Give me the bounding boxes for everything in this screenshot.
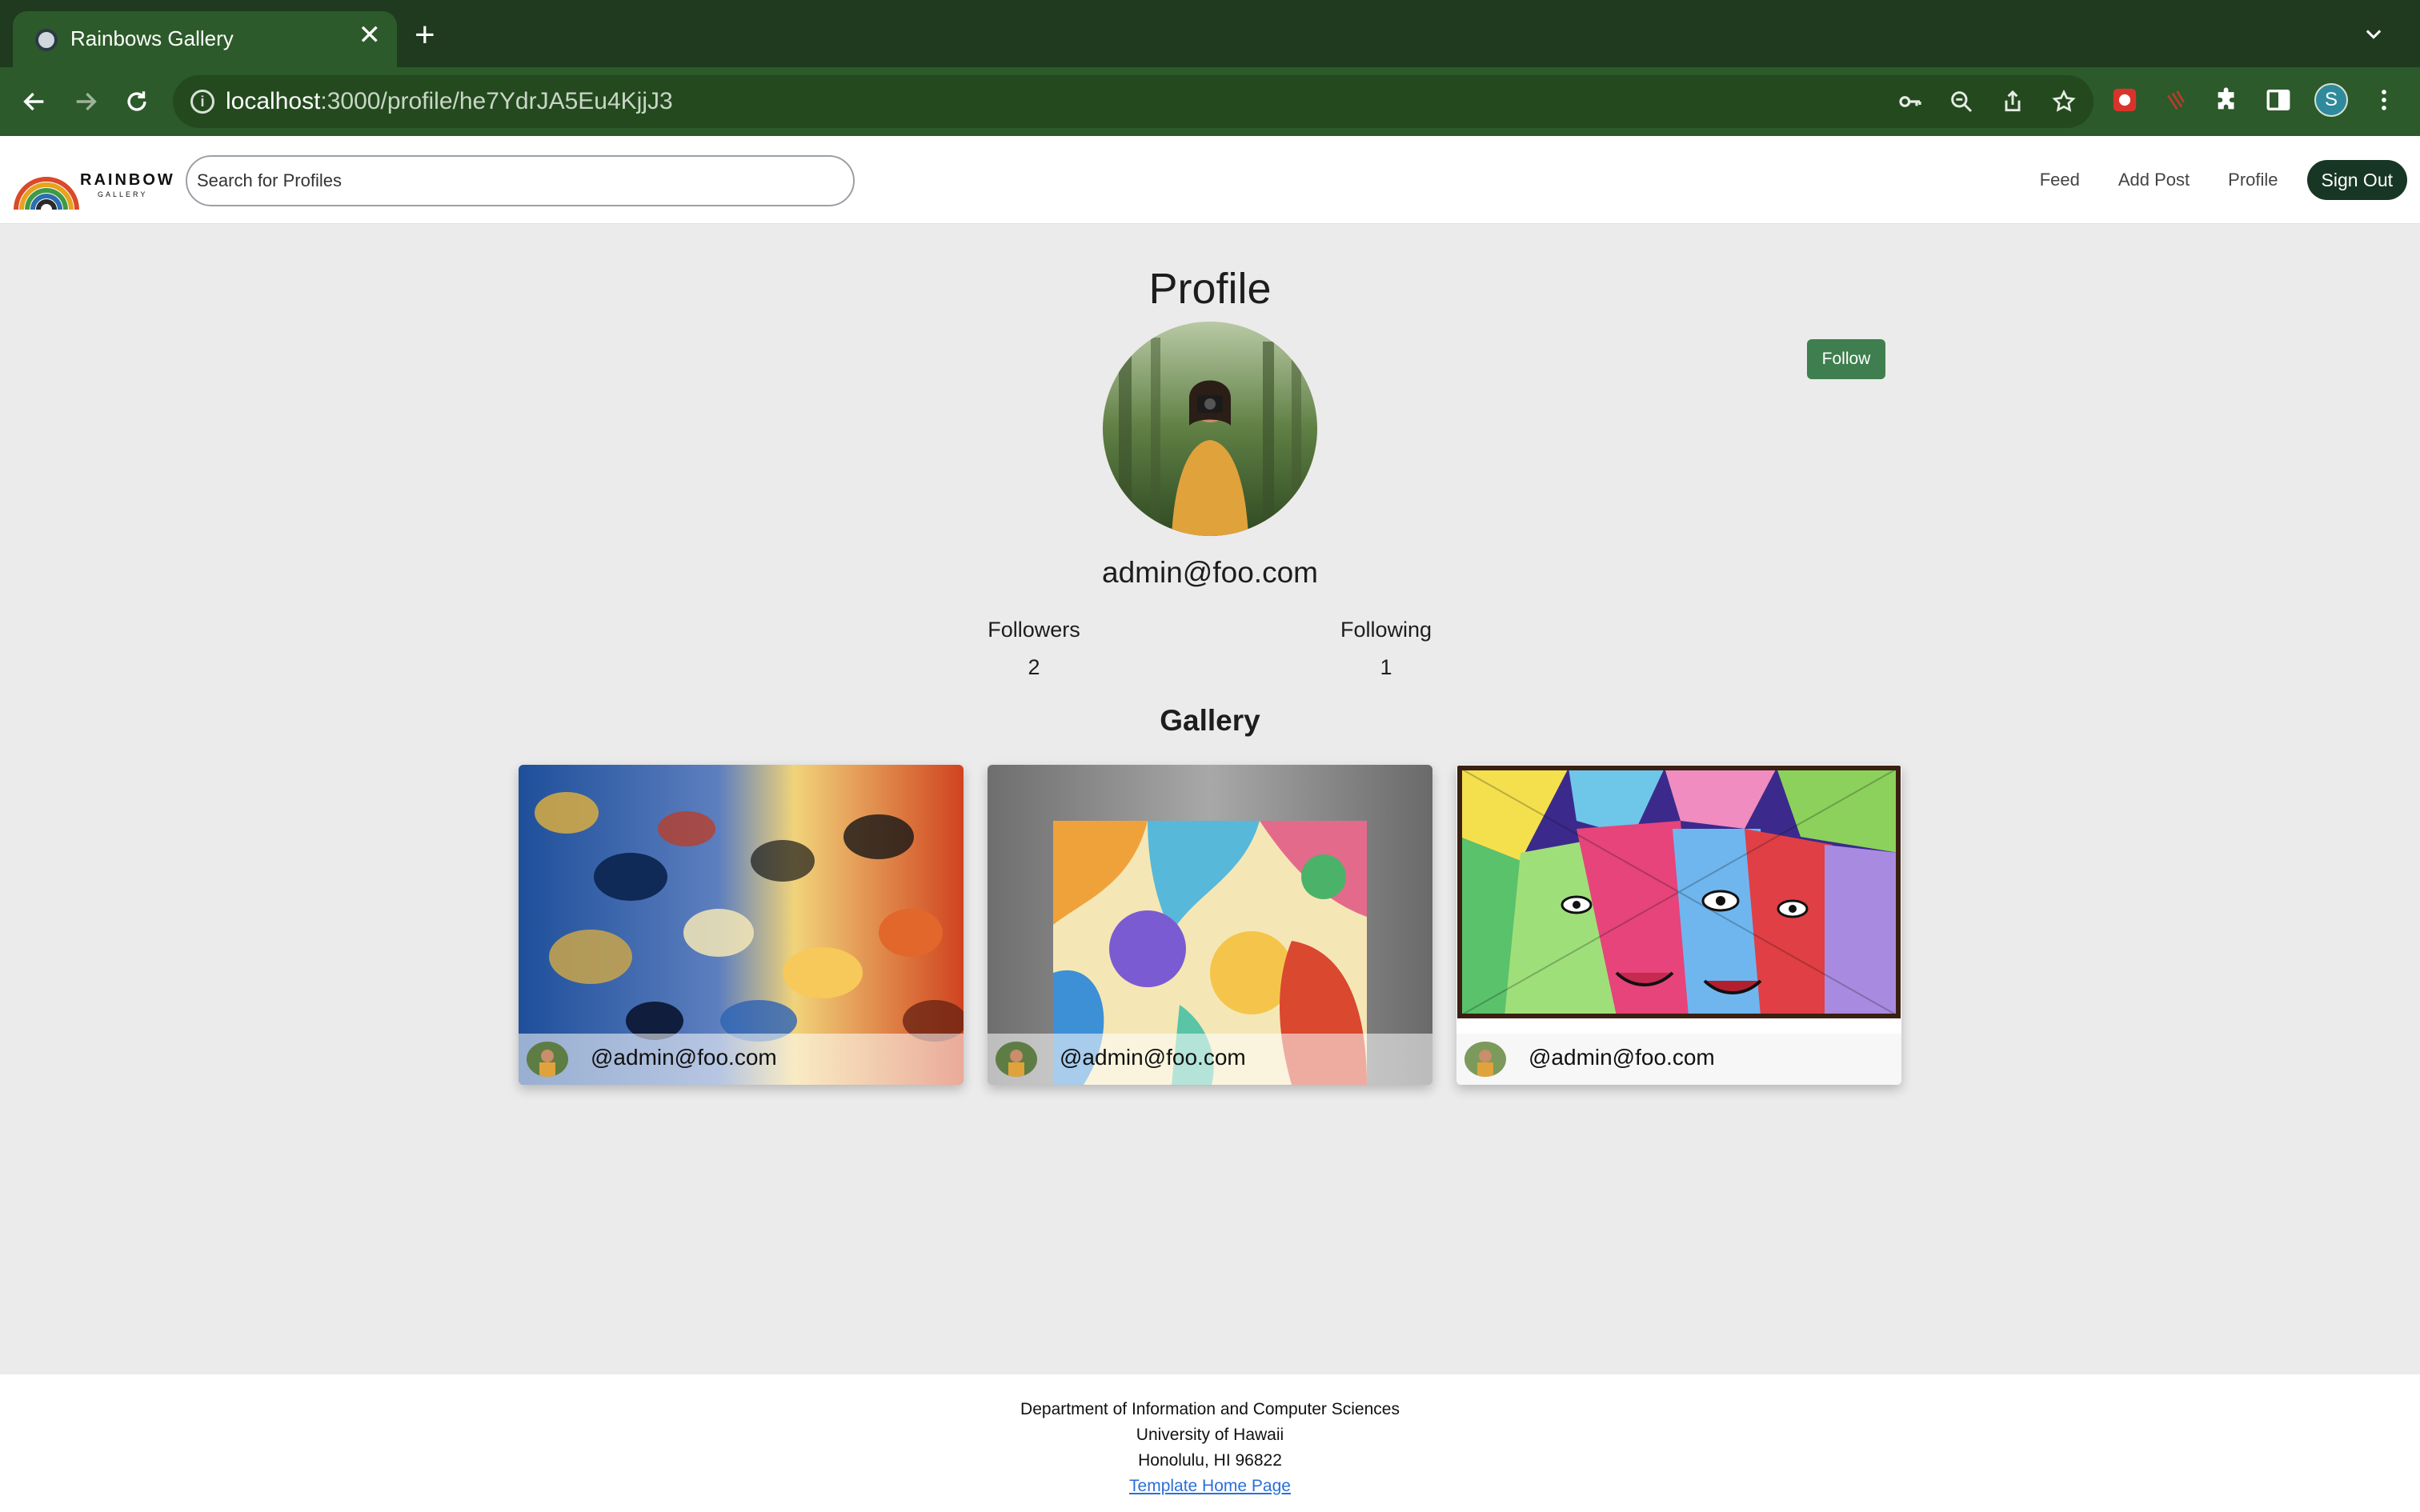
- chevron-down-icon[interactable]: [2362, 22, 2385, 49]
- zoom-out-icon[interactable]: [1946, 86, 1977, 117]
- card-username[interactable]: @admin@foo.com: [1529, 1045, 1715, 1070]
- extensions-puzzle-icon[interactable]: [2212, 85, 2242, 115]
- followers-count: 2: [1028, 655, 1040, 679]
- nav-links: Feed Add Post Profile Sign Out: [2040, 160, 2407, 200]
- card-author-avatar: [1464, 1042, 1506, 1077]
- bookmark-star-icon[interactable]: [2049, 86, 2079, 117]
- card-author-avatar: [527, 1042, 568, 1077]
- share-icon[interactable]: [1997, 86, 2028, 117]
- following-label: Following: [1340, 618, 1432, 642]
- logo-subtitle: GALLERY: [98, 190, 148, 198]
- site-footer: Department of Information and Computer S…: [0, 1374, 2420, 1512]
- template-home-link[interactable]: Template Home Page: [1129, 1477, 1291, 1495]
- card-footer: @admin@foo.com: [1456, 1034, 1901, 1085]
- tab-close-icon[interactable]: ✕: [359, 22, 382, 49]
- followers-stat[interactable]: Followers 2: [946, 618, 1122, 680]
- address-bar[interactable]: i localhost:3000/profile/he7YdrJA5Eu4Kjj…: [173, 75, 2093, 128]
- new-tab-button[interactable]: +: [415, 18, 435, 53]
- reload-icon[interactable]: [118, 83, 155, 120]
- card-footer: @admin@foo.com: [988, 1034, 1432, 1085]
- site-info-icon[interactable]: i: [190, 90, 214, 114]
- browser-profile-avatar[interactable]: S: [2314, 83, 2348, 117]
- extension-red-icon[interactable]: [2109, 85, 2140, 115]
- nav-link-profile[interactable]: Profile: [2228, 170, 2278, 190]
- nav-link-feed[interactable]: Feed: [2040, 170, 2080, 190]
- sign-out-button[interactable]: Sign Out: [2306, 160, 2407, 200]
- rainbow-gallery-logo[interactable]: RAINBOW GALLERY: [13, 150, 173, 213]
- gallery-card[interactable]: @admin@foo.com: [988, 765, 1432, 1085]
- page-title: Profile: [1148, 265, 1272, 313]
- browser-tab-strip: Rainbows Gallery ✕ +: [0, 0, 2420, 67]
- gallery-card[interactable]: @admin@foo.com: [519, 765, 964, 1085]
- profile-email: admin@foo.com: [1102, 556, 1318, 589]
- address-url: localhost:3000/profile/he7YdrJA5Eu4KjjJ3: [226, 88, 673, 114]
- footer-department: Department of Information and Computer S…: [1020, 1400, 1400, 1418]
- followers-label: Followers: [988, 618, 1080, 642]
- logo-wordmark: RAINBOW: [80, 171, 175, 189]
- card-username[interactable]: @admin@foo.com: [591, 1045, 777, 1070]
- back-arrow-icon[interactable]: [16, 83, 53, 120]
- following-count: 1: [1380, 655, 1392, 679]
- profile-search-input[interactable]: [186, 155, 855, 206]
- nav-link-add-post[interactable]: Add Post: [2118, 170, 2190, 190]
- card-footer: @admin@foo.com: [519, 1034, 964, 1085]
- profile-avatar: [1103, 322, 1317, 536]
- more-vertical-icon[interactable]: [2369, 85, 2399, 115]
- follow-button[interactable]: Follow: [1807, 339, 1885, 379]
- key-icon[interactable]: [1895, 86, 1925, 117]
- forward-arrow-icon[interactable]: [67, 83, 104, 120]
- app-navbar: RAINBOW GALLERY Feed Add Post Profile Si…: [0, 136, 2420, 224]
- tab-title: Rainbows Gallery: [70, 26, 234, 50]
- extension-stripe-icon[interactable]: [2161, 85, 2191, 115]
- gallery-card[interactable]: @admin@foo.com: [1456, 765, 1901, 1085]
- browser-toolbar: i localhost:3000/profile/he7YdrJA5Eu4Kjj…: [0, 67, 2420, 136]
- card-username[interactable]: @admin@foo.com: [1060, 1045, 1246, 1070]
- following-stat[interactable]: Following 1: [1298, 618, 1474, 680]
- footer-university: University of Hawaii: [1136, 1426, 1284, 1444]
- side-panel-icon[interactable]: [2263, 85, 2294, 115]
- footer-address: Honolulu, HI 96822: [1138, 1451, 1282, 1470]
- gallery-title: Gallery: [1160, 704, 1260, 737]
- rainbow-logo-icon: [14, 177, 79, 210]
- card-author-avatar: [996, 1042, 1037, 1077]
- browser-tab[interactable]: Rainbows Gallery ✕: [13, 11, 397, 67]
- tab-favicon-icon: [35, 29, 58, 51]
